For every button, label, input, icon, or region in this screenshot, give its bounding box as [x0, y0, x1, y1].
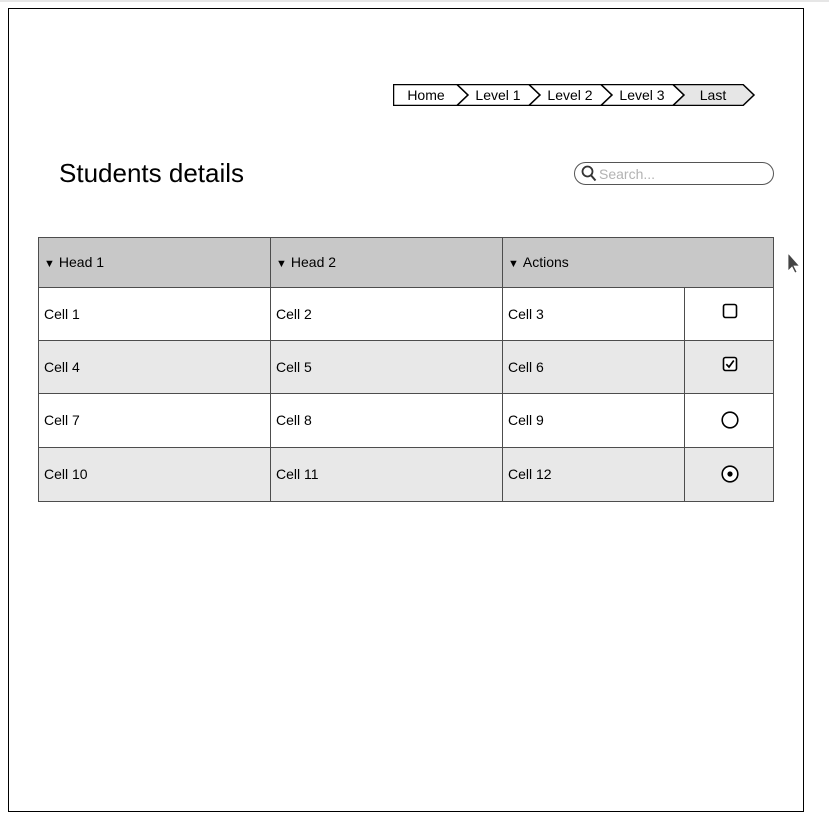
- search-icon: [581, 165, 597, 187]
- table-cell: Cell 1: [44, 306, 80, 322]
- table-cell: Cell 8: [276, 412, 312, 428]
- table-cell: Cell 2: [276, 306, 312, 322]
- row-checkbox-unchecked[interactable]: [722, 303, 738, 319]
- column-header-head-2[interactable]: ▼ Head 2: [271, 238, 503, 287]
- column-divider: [502, 341, 503, 393]
- breadcrumb: Home Level 1 Level 2 Level 3 Last: [393, 84, 758, 106]
- sort-caret-icon: ▼: [44, 258, 55, 270]
- table-cell: Cell 12: [508, 466, 552, 482]
- table-cell: Cell 9: [508, 412, 544, 428]
- column-divider: [502, 394, 503, 447]
- breadcrumb-item-home[interactable]: Home: [395, 84, 457, 106]
- breadcrumb-item-level-3[interactable]: Level 3: [611, 84, 673, 106]
- search-box[interactable]: [574, 162, 774, 185]
- table-cell: Cell 3: [508, 306, 544, 322]
- breadcrumb-item-last[interactable]: Last: [683, 84, 743, 106]
- sort-caret-icon: ▼: [508, 258, 519, 270]
- row-radio-unselected[interactable]: [721, 411, 739, 429]
- column-header-actions[interactable]: ▼ Actions: [503, 238, 773, 287]
- breadcrumb-item-level-2[interactable]: Level 2: [539, 84, 601, 106]
- column-divider: [684, 341, 685, 393]
- column-header-label: Head 1: [58, 254, 105, 270]
- column-header-label: Actions: [522, 254, 569, 270]
- sort-caret-icon: ▼: [276, 258, 287, 270]
- table-row: Cell 1 Cell 2 Cell 3: [38, 288, 774, 341]
- page-title: Students details: [59, 158, 245, 188]
- column-divider: [502, 288, 503, 340]
- row-checkbox-checked[interactable]: [722, 356, 738, 372]
- table-row: Cell 7 Cell 8 Cell 9: [38, 394, 774, 448]
- table-cell: Cell 10: [44, 466, 88, 482]
- column-divider: [502, 448, 503, 501]
- column-divider: [684, 288, 685, 340]
- search-input[interactable]: [599, 165, 764, 182]
- table-cell: Cell 7: [44, 412, 80, 428]
- column-divider: [270, 448, 271, 501]
- table-cell: Cell 4: [44, 359, 80, 375]
- column-divider: [684, 448, 685, 501]
- window-top-rule: [0, 0, 829, 2]
- table-cell: Cell 6: [508, 359, 544, 375]
- table-header-row: ▼ Head 1 ▼ Head 2 ▼ Actions: [38, 237, 774, 288]
- column-header-label: Head 2: [290, 254, 337, 270]
- table-cell: Cell 5: [276, 359, 312, 375]
- column-divider: [270, 394, 271, 447]
- column-divider: [270, 341, 271, 393]
- column-header-head-1[interactable]: ▼ Head 1: [39, 238, 271, 287]
- mouse-pointer-icon: [787, 252, 801, 274]
- column-divider: [270, 288, 271, 340]
- table-row: Cell 4 Cell 5 Cell 6: [38, 341, 774, 394]
- row-radio-selected[interactable]: [721, 465, 739, 483]
- column-divider: [684, 394, 685, 447]
- column-divider: [270, 238, 271, 287]
- column-divider: [502, 238, 503, 287]
- breadcrumb-item-level-1[interactable]: Level 1: [467, 84, 529, 106]
- table-cell: Cell 11: [276, 466, 319, 482]
- table-row: Cell 10 Cell 11 Cell 12: [38, 448, 774, 502]
